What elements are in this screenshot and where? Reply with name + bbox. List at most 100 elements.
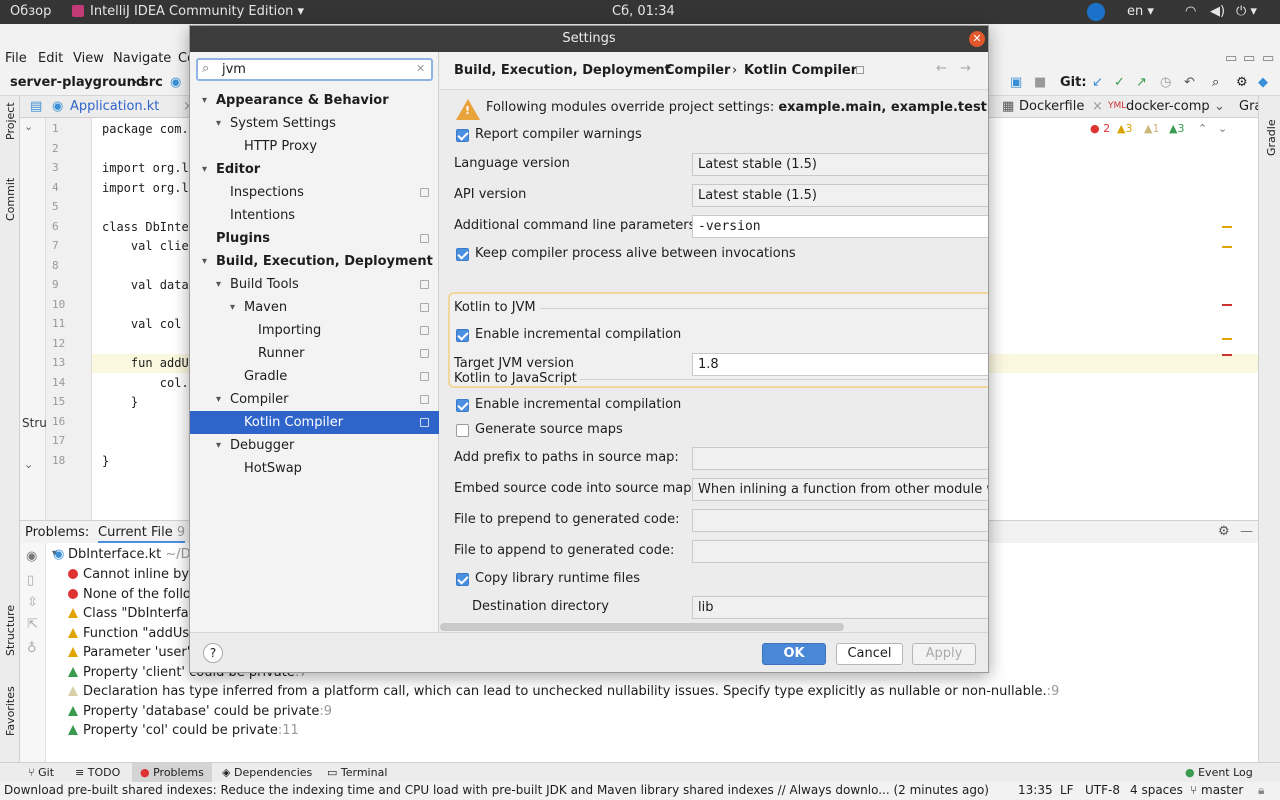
source-maps-label[interactable]: Generate source maps: [475, 422, 623, 437]
event-log-button[interactable]: ● Event Log: [1185, 766, 1253, 779]
tree-item-appearance-behavior[interactable]: ▾ Appearance & Behavior: [190, 89, 439, 112]
gradle-tool-button[interactable]: Gradle: [1265, 119, 1278, 156]
problem-item[interactable]: Class "DbInterfac: [68, 606, 196, 621]
minimize-panel-icon[interactable]: —: [1240, 524, 1253, 539]
expand-arrow-icon[interactable]: ▾: [216, 434, 221, 457]
expand-arrow-icon[interactable]: ▾: [216, 388, 221, 411]
app-menu-button[interactable]: IntelliJ IDEA Community Edition ▾: [90, 4, 304, 19]
lock-icon[interactable]: 🔒︎: [1258, 783, 1264, 798]
indent-setting[interactable]: 4 spaces: [1130, 783, 1183, 797]
wifi-icon[interactable]: ◠: [1185, 4, 1196, 19]
destination-input[interactable]: lib: [692, 596, 988, 619]
problem-item[interactable]: Property 'col' could be private:11: [68, 723, 299, 738]
tree-item-gradle[interactable]: Gradle: [190, 365, 439, 388]
collapse-icon[interactable]: ⌄: [24, 120, 33, 133]
tree-item-plugins[interactable]: Plugins: [190, 227, 439, 250]
tree-item-build-tools[interactable]: ▾ Build Tools: [190, 273, 439, 296]
tree-item-debugger[interactable]: ▾ Debugger: [190, 434, 439, 457]
embed-select[interactable]: When inlining a function from other modu…: [692, 478, 988, 501]
quick-fix-icon[interactable]: ♁: [27, 641, 37, 656]
tree-item-http-proxy[interactable]: HTTP Proxy: [190, 135, 439, 158]
cmd-params-input[interactable]: -version: [692, 215, 988, 238]
help-button[interactable]: ?: [203, 643, 223, 663]
notifications-icon[interactable]: [1087, 3, 1105, 21]
structure-tool-button[interactable]: Structure: [4, 605, 17, 656]
project-tool-button[interactable]: Project: [4, 102, 17, 140]
cancel-button[interactable]: Cancel: [836, 643, 903, 665]
run-coverage-icon[interactable]: ▣: [1010, 75, 1022, 90]
append-input[interactable]: [692, 540, 988, 563]
todo-tool-button[interactable]: ≡ TODO: [75, 766, 120, 779]
warning-count[interactable]: ▲3: [1117, 122, 1132, 135]
tree-item-hotswap[interactable]: HotSwap: [190, 457, 439, 480]
menu-edit[interactable]: Edit: [38, 51, 63, 66]
git-branch[interactable]: ⑂ master: [1190, 783, 1243, 797]
tab-dockerfile[interactable]: Dockerfile: [1019, 99, 1084, 114]
git-push-icon[interactable]: ↗: [1136, 75, 1147, 90]
tree-item-build-execution-deployment[interactable]: ▾ Build, Execution, Deployment: [190, 250, 439, 273]
git-rollback-icon[interactable]: ↶: [1184, 75, 1195, 90]
next-problem-icon[interactable]: ⌄: [1218, 122, 1227, 135]
system-clock[interactable]: Сб, 01:34: [612, 4, 675, 19]
expand-arrow-icon[interactable]: ▾: [202, 250, 207, 273]
window-minimize-button[interactable]: ▭: [1225, 51, 1237, 66]
prev-problem-icon[interactable]: ⌃: [1198, 122, 1207, 135]
target-jvm-select[interactable]: 1.8: [692, 353, 988, 376]
problem-item[interactable]: Function "addUse: [68, 626, 197, 641]
tab-current-file[interactable]: Current File 9: [98, 525, 186, 543]
git-commit-icon[interactable]: ✓: [1114, 75, 1125, 90]
line-separator[interactable]: LF: [1060, 783, 1074, 797]
problem-item[interactable]: Declaration has type inferred from a pla…: [68, 684, 1059, 699]
file-encoding[interactable]: UTF-8: [1085, 783, 1120, 797]
copy-runtime-checkbox[interactable]: [456, 573, 469, 586]
dialog-close-button[interactable]: ✕: [969, 31, 985, 47]
breadcrumb-src[interactable]: src: [141, 75, 163, 90]
stop-icon[interactable]: ■: [1034, 75, 1046, 90]
collapse-icon[interactable]: ⌄: [24, 458, 33, 471]
keep-alive-label[interactable]: Keep compiler process alive between invo…: [475, 246, 796, 261]
js-incremental-label[interactable]: Enable incremental compilation: [475, 397, 681, 412]
prefix-input[interactable]: [692, 447, 988, 470]
keep-alive-checkbox[interactable]: [456, 248, 469, 261]
settings-gear-icon[interactable]: ⚙: [1218, 524, 1230, 539]
settings-search-field[interactable]: ⌕ jvm ✕: [196, 58, 433, 81]
expand-arrow-icon[interactable]: ▾: [202, 158, 207, 181]
expand-arrow-icon[interactable]: ▾: [216, 112, 221, 135]
caret-position[interactable]: 13:35: [1018, 783, 1053, 797]
tree-item-runner[interactable]: Runner: [190, 342, 439, 365]
error-count[interactable]: ● 2: [1090, 122, 1110, 135]
favorites-tool-button[interactable]: Favorites: [4, 686, 17, 736]
tree-item-compiler[interactable]: ▾ Compiler: [190, 388, 439, 411]
typo-count[interactable]: ▲3: [1169, 122, 1184, 135]
expand-arrow-icon[interactable]: ▾: [202, 89, 207, 112]
activities-button[interactable]: Обзор: [10, 4, 51, 19]
expand-all-icon[interactable]: ⇳: [27, 595, 38, 610]
collapse-all-icon[interactable]: ⇱: [27, 617, 38, 632]
js-incremental-checkbox[interactable]: [456, 399, 469, 412]
forward-arrow-icon[interactable]: →: [960, 61, 971, 76]
search-everywhere-icon[interactable]: ⌕: [1212, 75, 1219, 90]
jvm-incremental-checkbox[interactable]: [456, 329, 469, 342]
tabs-dropdown-icon[interactable]: ⌄: [1214, 99, 1225, 114]
copy-runtime-label[interactable]: Copy library runtime files: [475, 571, 640, 586]
power-icon[interactable]: ⏻ ▾: [1236, 4, 1257, 19]
menu-navigate[interactable]: Navigate: [113, 51, 171, 66]
tree-item-intentions[interactable]: Intentions: [190, 204, 439, 227]
menu-view[interactable]: View: [73, 51, 104, 66]
tree-item-editor[interactable]: ▾ Editor: [190, 158, 439, 181]
weak-warning-count[interactable]: ▲1: [1144, 122, 1159, 135]
git-tool-button[interactable]: ⑂ Git: [28, 766, 54, 779]
window-close-button[interactable]: ▭: [1262, 51, 1274, 66]
expand-arrow-icon[interactable]: ▾: [230, 296, 235, 319]
git-update-icon[interactable]: ↙: [1092, 75, 1103, 90]
problems-tool-button[interactable]: ● Problems: [132, 763, 212, 782]
expand-arrow-icon[interactable]: ▾: [216, 273, 221, 296]
preview-icon[interactable]: ▯: [27, 573, 34, 588]
problem-file-name[interactable]: DbInterface.kt ~/Do: [68, 547, 199, 562]
ok-button[interactable]: OK: [762, 643, 826, 665]
clear-search-icon[interactable]: ✕: [416, 62, 425, 75]
window-maximize-button[interactable]: ▭: [1243, 51, 1255, 66]
commit-tool-button[interactable]: Commit: [4, 178, 17, 221]
prepend-input[interactable]: [692, 509, 988, 532]
problem-item[interactable]: Parameter 'user' i: [68, 645, 198, 660]
